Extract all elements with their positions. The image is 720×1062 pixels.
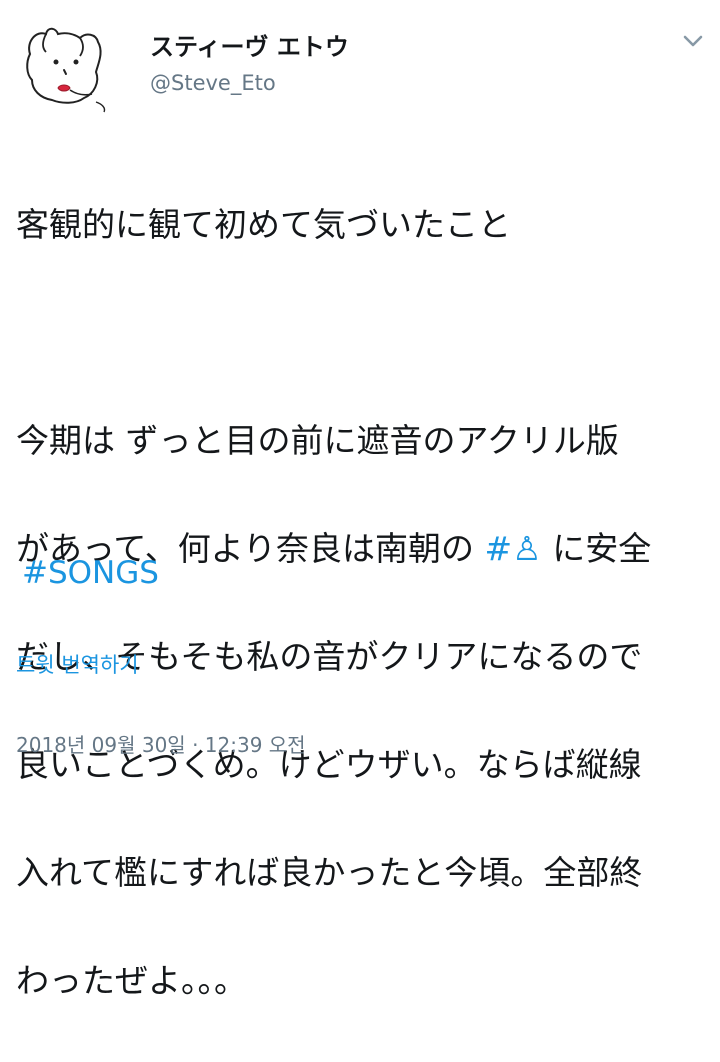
tweet-line: 今期は ずっと目の前に遮音のアクリル版 xyxy=(16,421,619,460)
dog-doodle-avatar-icon xyxy=(13,13,113,113)
tweet-line: 客観的に観て初めて気づいたこと xyxy=(16,205,511,244)
tweet-text: 客観的に観て初めて気づいたこと 今期は ずっと目の前に遮音のアクリル版 があって… xyxy=(16,144,706,1062)
user-names: スティーヴ エトウ @Steve_Eto xyxy=(150,30,349,98)
hashtag-songs-link[interactable]: #SONGS xyxy=(22,548,159,598)
tweet-line-text: に安全 xyxy=(541,529,652,568)
tweet-card: スティーヴ エトウ @Steve_Eto 客観的に観て初めて気づいたこと 今期は… xyxy=(0,0,720,1000)
tweet-line: わったぜよ。。。 xyxy=(16,961,247,1000)
tweet-timestamp[interactable]: 2018년 09월 30일 · 12:39 오전 xyxy=(16,730,306,760)
hashtag-link[interactable]: #♙ xyxy=(485,529,542,568)
display-name[interactable]: スティーヴ エトウ xyxy=(150,30,349,64)
chevron-down-icon xyxy=(683,35,703,47)
tweet-line: 入れて檻にすれば良かったと今頃。全部終 xyxy=(16,853,643,892)
tweet-menu-button[interactable] xyxy=(680,28,706,54)
translate-tweet-link[interactable]: 트윗 번역하기 xyxy=(16,650,139,680)
avatar[interactable] xyxy=(12,12,114,114)
user-handle[interactable]: @Steve_Eto xyxy=(150,68,349,98)
tweet-header: スティーヴ エトウ @Steve_Eto xyxy=(0,0,720,130)
